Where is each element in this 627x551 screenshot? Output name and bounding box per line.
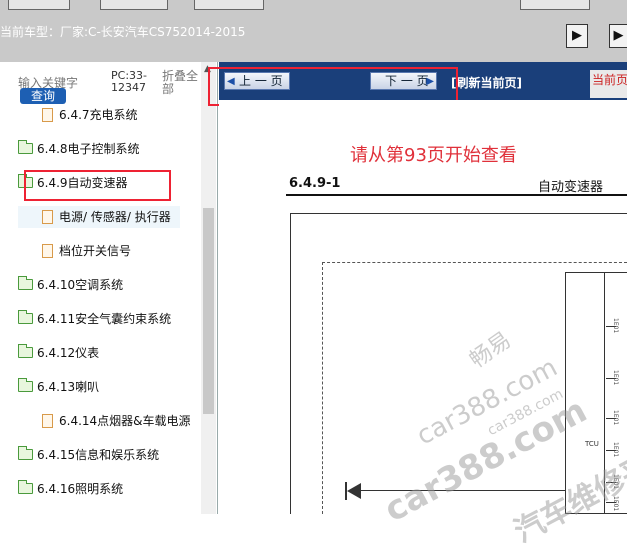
- car-model-value: 厂家:C-长安汽车CS752014-2015: [60, 25, 246, 39]
- document-icon: [42, 209, 53, 224]
- pc-info: PC:33-12347: [111, 69, 147, 94]
- section-title: 自动变速器: [538, 180, 604, 195]
- document-icon: [42, 413, 53, 428]
- section-number: 6.4.9-1: [289, 176, 341, 191]
- collapse-all-button[interactable]: 折叠全部: [162, 70, 200, 96]
- tree-item[interactable]: 6.4.7充电系统: [42, 104, 138, 126]
- toolbar-button[interactable]: [520, 0, 590, 10]
- tree-item-label: 6.4.15信息和娱乐系统: [37, 448, 160, 462]
- play-arrow-icon: ▶: [613, 28, 624, 43]
- query-button[interactable]: 查询: [20, 88, 66, 104]
- toolbar-button[interactable]: [100, 0, 168, 10]
- pin-label: 1E01: [612, 370, 619, 386]
- tree-item-label: 档位开关信号: [59, 244, 132, 258]
- diode-symbol: [347, 483, 361, 499]
- folder-icon: [18, 140, 33, 154]
- start-page-notice: 请从第93页开始查看: [350, 145, 517, 166]
- play-arrow-icon: ▶: [572, 28, 582, 43]
- tree-item-label: 电源/ 传感器/ 执行器: [59, 210, 171, 224]
- next-page-nav-button[interactable]: ▶: [566, 24, 588, 48]
- pin-label: 1E01: [612, 410, 619, 426]
- sidebar-scrollbar[interactable]: ▲: [201, 62, 216, 514]
- last-page-nav-button[interactable]: ▶: [609, 24, 627, 48]
- document-icon: [42, 243, 53, 258]
- scrollbar-thumb[interactable]: [203, 208, 214, 414]
- tree-item-label: 6.4.7充电系统: [59, 108, 138, 122]
- tree-item[interactable]: 6.4.15信息和娱乐系统: [18, 444, 159, 466]
- tree-item-label: 6.4.12仪表: [37, 346, 100, 360]
- tree-item-label: 6.4.8电子控制系统: [37, 142, 140, 156]
- tree-item[interactable]: 6.4.12仪表: [18, 342, 99, 364]
- tree-item-selected[interactable]: 电源/ 传感器/ 执行器: [18, 206, 180, 228]
- tree-item[interactable]: 6.4.11安全气囊约束系统: [18, 308, 171, 330]
- diode-bar: [345, 482, 347, 500]
- folder-icon: [18, 446, 33, 460]
- tree-item-label: 6.4.10空调系统: [37, 278, 124, 292]
- folder-icon: [18, 344, 33, 358]
- refresh-page-button[interactable]: [刷新当前页]: [451, 74, 522, 91]
- section-divider: [286, 194, 627, 196]
- highlight-box: [24, 170, 171, 201]
- tree-item-label: 6.4.16照明系统: [37, 482, 124, 496]
- folder-icon: [18, 276, 33, 290]
- tree-item-label: 6.4.11安全气囊约束系统: [37, 312, 172, 326]
- document-icon: [42, 107, 53, 122]
- car-model-line: 当前车型：厂家:C-长安汽车CS752014-2015: [0, 23, 245, 40]
- tree-item[interactable]: 6.4.16照明系统: [18, 478, 123, 500]
- toolbar-button[interactable]: [8, 0, 70, 10]
- tree-item-label: 6.4.13喇叭: [37, 380, 100, 394]
- tree-item-label: 6.4.14点烟器&车载电源: [59, 414, 191, 428]
- tcu-label: TCU: [585, 440, 599, 448]
- tree-item[interactable]: 6.4.14点烟器&车载电源: [42, 410, 191, 432]
- top-toolbar: 当前车型：厂家:C-长安汽车CS752014-2015 ▶ ▶: [0, 0, 627, 62]
- folder-icon: [18, 480, 33, 494]
- tree-item[interactable]: 6.4.10空调系统: [18, 274, 123, 296]
- car-model-label: 当前车型：: [0, 25, 61, 39]
- folder-icon: [18, 378, 33, 392]
- tree-item[interactable]: 档位开关信号: [42, 240, 131, 262]
- current-page-label: 当前页: [590, 70, 627, 98]
- toolbar-button[interactable]: [194, 0, 264, 10]
- pin-label: 1E01: [612, 318, 619, 334]
- tree-item[interactable]: 6.4.8电子控制系统: [18, 138, 140, 160]
- tree-item[interactable]: 6.4.13喇叭: [18, 376, 99, 398]
- folder-icon: [18, 310, 33, 324]
